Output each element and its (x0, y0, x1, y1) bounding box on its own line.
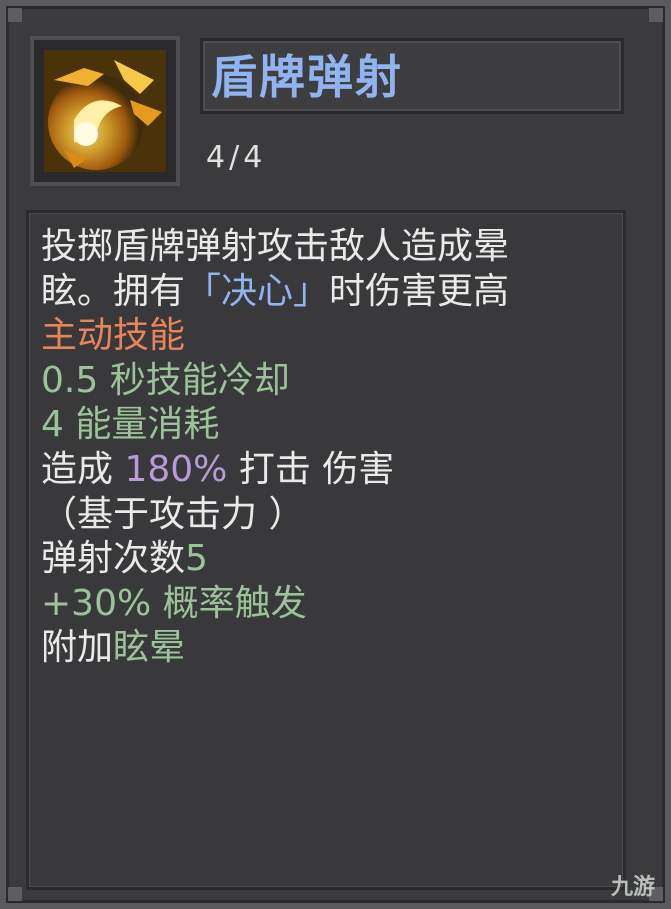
trigger-chance: +30% 概率触发 (41, 582, 307, 624)
description-line: 投掷盾牌弹射攻击敌人造成晕 (41, 226, 510, 267)
skill-name: 盾牌弹射 (211, 50, 403, 104)
panel-corner (8, 8, 22, 22)
description-text: 时伤害更高 (329, 270, 510, 312)
panel-corner (8, 887, 22, 901)
bounce-label: 弹射次数 (41, 538, 186, 580)
bounce-line: 弹射次数5 (41, 537, 621, 582)
watermark-logo: 九游 (610, 875, 655, 900)
extra-effect: 眩晕 (113, 627, 186, 669)
skill-description-box: 投掷盾牌弹射攻击敌人造成晕 眩。拥有「决心」时伤害更高 主动技能 0.5 秒技能… (26, 210, 626, 890)
panel-corner (649, 8, 663, 22)
damage-basis: （基于攻击力 ） (41, 493, 305, 535)
skill-icon-frame (30, 36, 180, 186)
skill-level: 4/4 (206, 140, 267, 175)
extra-label: 附加 (41, 627, 114, 669)
energy-cost-stat: 4 能量消耗 (41, 404, 220, 446)
description-line: 眩。拥有「决心」时伤害更高 (41, 270, 621, 315)
bounce-value: 5 (185, 538, 208, 580)
damage-line: 造成 180% 打击 伤害 (41, 448, 621, 493)
damage-prefix: 造成 (41, 448, 125, 490)
shield-bounce-fireball-icon (44, 50, 166, 172)
description-text: 眩。拥有 (41, 270, 186, 312)
extra-effect-line: 附加眩晕 (41, 626, 621, 671)
damage-suffix: 打击 伤害 (227, 448, 395, 490)
skill-title-box: 盾牌弹射 (200, 38, 624, 114)
skill-type-label: 主动技能 (41, 315, 186, 357)
cooldown-stat: 0.5 秒技能冷却 (41, 359, 290, 401)
damage-value: 180% (124, 448, 228, 490)
keyword-resolve: 「决心」 (185, 270, 330, 312)
